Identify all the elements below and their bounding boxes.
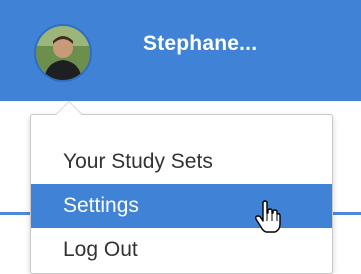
top-navigation-bar: Stephane...	[0, 0, 361, 101]
hand-pointer-icon	[255, 200, 281, 239]
menu-item-settings[interactable]: Settings	[31, 184, 332, 228]
user-name[interactable]: Stephane...	[143, 32, 257, 56]
menu-item-label: Log Out	[63, 238, 138, 261]
menu-item-your-study-sets[interactable]: Your Study Sets	[31, 140, 332, 184]
user-dropdown-menu: Your Study Sets Settings Log Out	[30, 114, 333, 274]
menu-item-label: Settings	[63, 194, 139, 217]
menu-item-log-out[interactable]: Log Out	[31, 228, 332, 272]
menu-list: Your Study Sets Settings Log Out	[31, 140, 332, 272]
dropdown-caret	[56, 102, 82, 115]
avatar-photo-icon	[36, 26, 90, 80]
menu-item-label: Your Study Sets	[63, 150, 213, 173]
avatar[interactable]	[34, 24, 92, 82]
